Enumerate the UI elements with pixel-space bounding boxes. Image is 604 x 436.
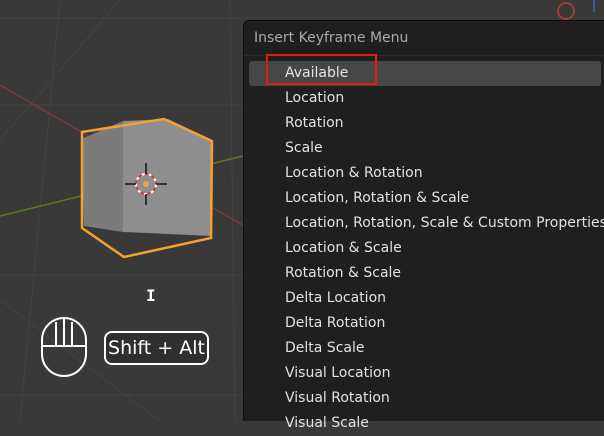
menu-item-visual-rotation[interactable]: Visual Rotation [249, 386, 601, 411]
mouse-icon [41, 317, 87, 377]
menu-item-available[interactable]: Available [249, 61, 601, 86]
menu-item-scale[interactable]: Scale [249, 136, 601, 161]
menu-item-delta-scale[interactable]: Delta Scale [249, 336, 601, 361]
menu-item-visual-location[interactable]: Visual Location [249, 361, 601, 386]
insert-keyframe-menu: Insert Keyframe Menu Available Location … [243, 20, 604, 431]
menu-item-delta-location[interactable]: Delta Location [249, 286, 601, 311]
menu-item-rotation[interactable]: Rotation [249, 111, 601, 136]
shortcut-badge: Shift + Alt [104, 331, 209, 365]
menu-item-location-rotation-scale-custom[interactable]: Location, Rotation, Scale & Custom Prope… [249, 211, 604, 236]
menu-item-location-scale[interactable]: Location & Scale [249, 236, 601, 261]
menu-item-rotation-scale[interactable]: Rotation & Scale [249, 261, 601, 286]
menu-item-location-rotation[interactable]: Location & Rotation [249, 161, 601, 186]
menu-item-delta-rotation[interactable]: Delta Rotation [249, 311, 601, 336]
gizmo-x-icon[interactable] [557, 2, 575, 20]
text-cursor-icon: I [146, 286, 156, 305]
menu-item-location[interactable]: Location [249, 86, 601, 111]
menu-title: Insert Keyframe Menu [244, 21, 604, 56]
cube-object[interactable] [80, 117, 214, 259]
menu-item-visual-scale[interactable]: Visual Scale [249, 411, 601, 436]
menu-items: Available Location Rotation Scale Locati… [244, 56, 604, 436]
menu-item-location-rotation-scale[interactable]: Location, Rotation & Scale [249, 186, 601, 211]
